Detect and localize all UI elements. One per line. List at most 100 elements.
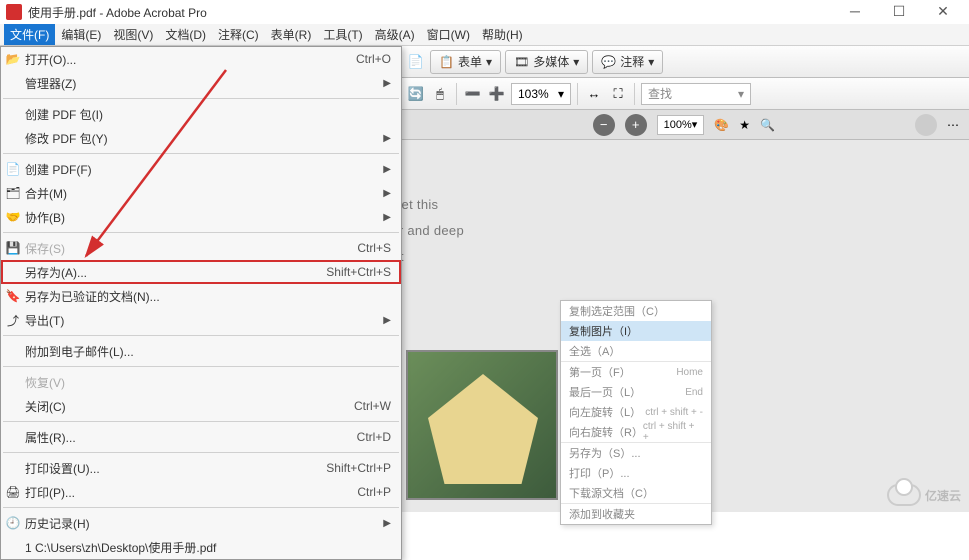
menu-shortcut: Ctrl+W bbox=[354, 399, 391, 413]
menu-9[interactable]: 帮助(H) bbox=[476, 24, 529, 45]
context-item-11[interactable]: 下载源文档（C） bbox=[561, 483, 711, 503]
file-menu-item-7[interactable]: 🗂合并(M) ▶ bbox=[1, 181, 401, 205]
context-item-0[interactable]: 复制选定范围（C） bbox=[561, 301, 711, 321]
menu-shortcut: Shift+Ctrl+S bbox=[326, 265, 391, 279]
folder-open-icon: 📂 bbox=[5, 51, 21, 67]
context-item-4[interactable]: 第一页（F） Home bbox=[561, 362, 711, 382]
forms-button[interactable]: 📋表单▾ bbox=[430, 50, 501, 74]
context-item-1[interactable]: 复制图片（I） bbox=[561, 321, 711, 341]
select-icon[interactable]: 🖱 bbox=[430, 84, 450, 104]
context-label: 复制选定范围（C） bbox=[569, 303, 665, 319]
menu-item-label: 创建 PDF 包(I) bbox=[25, 106, 103, 123]
file-menu-item-17[interactable]: 恢复(V) bbox=[1, 370, 401, 394]
submenu-arrow-icon: ▶ bbox=[383, 164, 391, 175]
file-menu-item-1[interactable]: 管理器(Z)▶ bbox=[1, 71, 401, 95]
close-button[interactable]: ✕ bbox=[921, 0, 965, 22]
file-menu-item-0[interactable]: 📂打开(O)...Ctrl+O bbox=[1, 47, 401, 71]
menu-item-label: 另存为已验证的文档(N)... bbox=[25, 288, 160, 305]
app-icon bbox=[6, 4, 22, 20]
rotate-icon[interactable]: 🔄 bbox=[406, 84, 426, 104]
submenu-arrow-icon: ▶ bbox=[383, 212, 391, 223]
menu-6[interactable]: 工具(T) bbox=[317, 24, 368, 45]
context-shortcut: Home bbox=[676, 367, 703, 378]
menu-7[interactable]: 高级(A) bbox=[369, 24, 421, 45]
file-menu-item-13[interactable]: ⤴导出(T)▶ bbox=[1, 308, 401, 332]
menu-item-label: 另存为(A)... bbox=[25, 264, 87, 281]
menu-1[interactable]: 编辑(E) bbox=[55, 24, 107, 45]
file-menu-item-20[interactable]: 属性(R)...Ctrl+D bbox=[1, 425, 401, 449]
menu-2[interactable]: 视图(V) bbox=[107, 24, 159, 45]
menu-item-label: 打印设置(U)... bbox=[25, 460, 100, 477]
menu-shortcut: Ctrl+S bbox=[357, 241, 391, 255]
fit-page-icon[interactable]: ⛶ bbox=[608, 84, 628, 104]
menu-0[interactable]: 文件(F) bbox=[4, 24, 55, 45]
context-shortcut: End bbox=[685, 387, 703, 398]
avatar[interactable] bbox=[915, 114, 937, 136]
context-label: 向右旋转（R） bbox=[569, 424, 643, 440]
palette-icon[interactable]: 🎨 bbox=[714, 118, 729, 132]
context-menu: 复制选定范围（C） 复制图片（I） 全选（A） 第一页（F） Home 最后一页（L） En… bbox=[560, 300, 712, 525]
context-item-9[interactable]: 另存为（S）... bbox=[561, 443, 711, 463]
star-icon[interactable]: ★ bbox=[739, 118, 750, 132]
menu-4[interactable]: 注释(C) bbox=[212, 24, 265, 45]
maximize-button[interactable]: ☐ bbox=[877, 0, 921, 22]
multimedia-button[interactable]: 🎞多媒体▾ bbox=[505, 50, 588, 74]
file-menu-item-10[interactable]: 💾保存(S) Ctrl+S bbox=[1, 236, 401, 260]
comments-button[interactable]: 💬注释▾ bbox=[592, 50, 663, 74]
menu-item-label: 保存(S) bbox=[25, 240, 65, 257]
file-menu-item-11[interactable]: 另存为(A)... Shift+Ctrl+S bbox=[1, 260, 401, 284]
context-label: 第一页（F） bbox=[569, 364, 631, 380]
menu-item-label: 关闭(C) bbox=[25, 398, 66, 415]
submenu-arrow-icon: ▶ bbox=[383, 188, 391, 199]
file-menu-item-6[interactable]: 📄创建 PDF(F)▶ bbox=[1, 157, 401, 181]
watermark: 亿速云 bbox=[887, 484, 961, 506]
context-label: 下载源文档（C） bbox=[569, 485, 654, 501]
file-menu-item-15[interactable]: 附加到电子邮件(L)... bbox=[1, 339, 401, 363]
file-menu-item-26[interactable]: 1 C:\Users\zh\Desktop\使用手册.pdf bbox=[1, 535, 401, 559]
file-menu-item-23[interactable]: 🖨打印(P)...Ctrl+P bbox=[1, 480, 401, 504]
fit-width-icon[interactable]: ↔ bbox=[584, 84, 604, 104]
menu-shortcut: Ctrl+O bbox=[356, 52, 391, 66]
save-icon: 💾 bbox=[5, 240, 21, 256]
menu-5[interactable]: 表单(R) bbox=[265, 24, 318, 45]
menu-8[interactable]: 窗口(W) bbox=[421, 24, 476, 45]
file-menu-item-12[interactable]: 🔖另存为已验证的文档(N)... bbox=[1, 284, 401, 308]
zoom-out-icon[interactable]: ➖ bbox=[463, 84, 483, 104]
search-icon[interactable]: 🔍 bbox=[760, 118, 775, 132]
zoom-out-doc-icon[interactable]: − bbox=[593, 114, 615, 136]
menu-item-label: 附加到电子邮件(L)... bbox=[25, 343, 134, 360]
file-menu-item-22[interactable]: 打印设置(U)... Shift+Ctrl+P bbox=[1, 456, 401, 480]
file-menu-item-3[interactable]: 创建 PDF 包(I) bbox=[1, 102, 401, 126]
file-menu-item-4[interactable]: 修改 PDF 包(Y)▶ bbox=[1, 126, 401, 150]
context-label: 最后一页（L） bbox=[569, 384, 641, 400]
context-item-6[interactable]: 向左旋转（L）ctrl + shift + - bbox=[561, 402, 711, 422]
collab-icon: 🤝 bbox=[5, 209, 21, 225]
file-menu-item-8[interactable]: 🤝协作(B)▶ bbox=[1, 205, 401, 229]
minimize-button[interactable]: ─ bbox=[833, 0, 877, 22]
find-input[interactable]: 查找▾ bbox=[641, 83, 751, 105]
export-icon: ⤴ bbox=[5, 312, 21, 328]
menu-shortcut: Shift+Ctrl+P bbox=[326, 461, 391, 475]
create-pdf-icon: 📄 bbox=[5, 161, 21, 177]
merge-icon: 🗂 bbox=[5, 185, 21, 201]
context-item-10[interactable]: 打印（P）... bbox=[561, 463, 711, 483]
document-image bbox=[406, 350, 558, 500]
context-item-5[interactable]: 最后一页（L） End bbox=[561, 382, 711, 402]
file-menu-item-18[interactable]: 关闭(C) Ctrl+W bbox=[1, 394, 401, 418]
context-item-7[interactable]: 向右旋转（R）ctrl + shift + + bbox=[561, 422, 711, 442]
zoom-in-doc-icon[interactable]: + bbox=[625, 114, 647, 136]
doc-zoom[interactable]: 100% ▾ bbox=[657, 115, 705, 135]
file-icon[interactable]: 📄 bbox=[406, 52, 426, 72]
context-item-2[interactable]: 全选（A） bbox=[561, 341, 711, 361]
file-menu-item-25[interactable]: 🕘历史记录(H)▶ bbox=[1, 511, 401, 535]
more-icon[interactable]: ⋯ bbox=[947, 118, 959, 132]
zoom-in-icon[interactable]: ➕ bbox=[487, 84, 507, 104]
submenu-arrow-icon: ▶ bbox=[383, 518, 391, 529]
context-label: 全选（A） bbox=[569, 343, 620, 359]
zoom-value[interactable]: 103%▾ bbox=[511, 83, 571, 105]
menu-item-label: 属性(R)... bbox=[25, 429, 76, 446]
context-shortcut: ctrl + shift + - bbox=[645, 407, 703, 418]
menu-3[interactable]: 文档(D) bbox=[159, 24, 212, 45]
context-item-13[interactable]: 添加到收藏夹 bbox=[561, 504, 711, 524]
menu-item-label: 合并(M) bbox=[25, 185, 67, 202]
